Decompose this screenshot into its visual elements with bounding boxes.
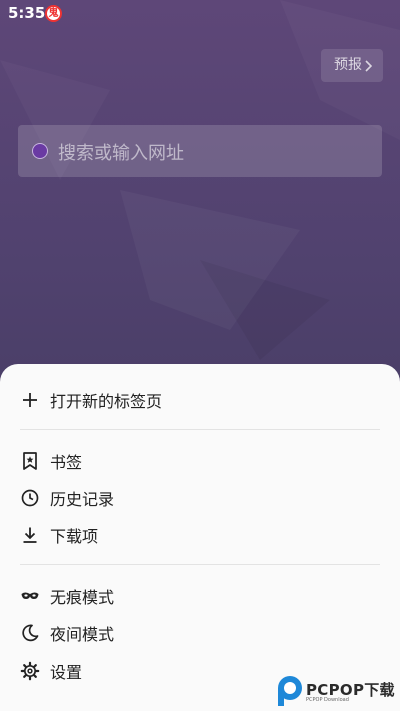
menu-item-downloads[interactable]: 下载项	[0, 516, 400, 552]
status-time: 5:35	[8, 4, 46, 22]
notification-badge-icon: 鬼	[45, 5, 62, 22]
search-input[interactable]: 搜索或输入网址	[18, 125, 382, 177]
chevron-right-icon	[365, 60, 372, 72]
search-placeholder: 搜索或输入网址	[58, 143, 184, 164]
gear-icon	[20, 661, 40, 681]
menu-item-label: 打开新的标签页	[50, 392, 163, 411]
pcpop-logo-icon	[278, 676, 302, 706]
menu-item-bookmarks[interactable]: 书签	[0, 442, 400, 478]
moon-icon	[22, 624, 39, 642]
menu-item-label: 书签	[50, 453, 83, 472]
menu-item-label: 无痕模式	[50, 588, 115, 607]
watermark-subtext: PCPOP Download	[306, 697, 349, 703]
menu-item-label: 设置	[50, 663, 83, 682]
menu-divider	[20, 564, 380, 565]
clock-icon	[21, 489, 39, 507]
menu-item-incognito[interactable]: 无痕模式	[0, 577, 400, 613]
search-engine-icon	[32, 143, 48, 159]
download-icon	[23, 527, 37, 543]
menu-item-label: 夜间模式	[50, 625, 115, 644]
watermark-logo: PCPOP下载 PCPOP Download	[275, 674, 400, 708]
menu-item-label: 下载项	[50, 527, 99, 546]
forecast-label: 预报	[334, 57, 362, 73]
menu-item-new-tab[interactable]: 打开新的标签页	[0, 381, 400, 417]
menu-item-night-mode[interactable]: 夜间模式	[0, 614, 400, 650]
menu-divider	[20, 429, 380, 430]
incognito-mask-icon	[21, 592, 39, 599]
menu-item-history[interactable]: 历史记录	[0, 479, 400, 515]
menu-item-label: 历史记录	[50, 490, 115, 509]
forecast-button[interactable]: 预报	[321, 49, 383, 82]
bookmark-icon	[23, 452, 37, 470]
plus-icon	[23, 393, 37, 407]
menu-bottom-sheet: 打开新的标签页 书签 历史记录 下载项 无痕模式 夜间模式 设置	[0, 364, 400, 711]
status-bar: 5:35 鬼	[0, 0, 400, 28]
